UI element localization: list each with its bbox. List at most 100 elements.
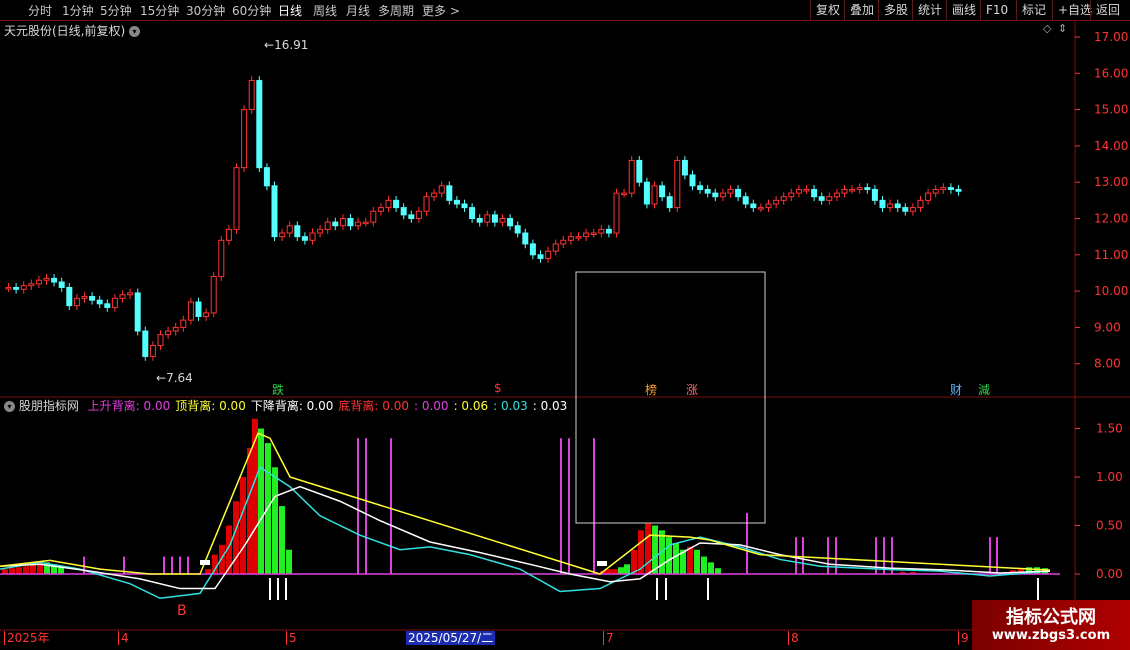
stock-chart[interactable]: 17.00 16.00 15.00 14.00 13.00 12.00 11.00 10.00… xyxy=(0,0,1130,650)
candle-body xyxy=(499,218,506,223)
candle-body xyxy=(628,159,635,194)
candle-body xyxy=(400,207,407,216)
histogram-bar xyxy=(258,428,264,574)
candle-body xyxy=(925,192,932,201)
price-tick-label: 17.00 xyxy=(1094,30,1128,44)
event-marker[interactable]: 跌 xyxy=(272,381,284,398)
candle-body xyxy=(697,185,704,190)
event-marker[interactable]: 财 xyxy=(950,381,962,398)
date-axis-label: 5 xyxy=(286,631,297,645)
buy-signal-label: B xyxy=(177,603,187,619)
candle-body xyxy=(575,236,582,239)
indicator-header: ▾ 股朋指标网 上升背离: 0.00 顶背离: 0.00 下降背离: 0.00 底背离… xyxy=(4,397,567,414)
candle-body xyxy=(172,326,179,332)
candle-body xyxy=(833,192,840,198)
candle-body xyxy=(643,181,650,205)
scroll-handle-icon[interactable]: ⇕ xyxy=(1058,22,1067,35)
watermark-title: 指标公式网 xyxy=(1006,607,1096,628)
candle-body xyxy=(704,188,711,194)
candle-body xyxy=(294,225,301,238)
histogram-bar xyxy=(624,564,630,574)
histogram-bar xyxy=(715,568,721,574)
indicator-tick-label: 1.00 xyxy=(1096,470,1123,484)
histogram-bar xyxy=(687,546,693,574)
candle-body xyxy=(104,303,111,308)
candle-body xyxy=(636,159,643,183)
price-tick-label: 11.00 xyxy=(1094,248,1128,262)
candle-body xyxy=(28,283,35,287)
candle-body xyxy=(947,187,954,190)
candle-body xyxy=(248,80,255,111)
indicator-tick-label: 1.50 xyxy=(1096,422,1123,436)
low-price-value: 7.64 xyxy=(166,371,193,385)
candle-body xyxy=(750,203,757,209)
low-price-label: ←7.64 xyxy=(156,371,193,385)
candle-body xyxy=(66,286,73,307)
candle-body xyxy=(522,232,529,245)
candle-body xyxy=(507,218,514,227)
candle-body xyxy=(613,192,620,234)
chevron-down-icon[interactable]: ▾ xyxy=(4,401,15,412)
histogram-bar xyxy=(58,567,64,574)
candlestick-series xyxy=(5,76,962,361)
candle-body xyxy=(491,214,498,223)
candle-body xyxy=(811,188,818,198)
candle-body xyxy=(545,250,552,259)
price-tick-label: 10.00 xyxy=(1094,284,1128,298)
event-marker[interactable]: 涨 xyxy=(686,381,698,398)
price-tick-label: 15.00 xyxy=(1094,103,1128,117)
candle-body xyxy=(879,199,886,209)
price-tick-label: 16.00 xyxy=(1094,66,1128,80)
candle-body xyxy=(476,218,483,223)
indicator-value: : 0.06 xyxy=(453,399,489,413)
candle-body xyxy=(286,225,293,234)
diamond-icon[interactable]: ◇ xyxy=(1043,22,1051,35)
candle-body xyxy=(142,330,149,357)
candle-body xyxy=(719,192,726,198)
candle-body xyxy=(826,196,833,201)
candle-body xyxy=(309,232,316,241)
candle-body xyxy=(51,277,58,283)
event-marker[interactable]: $ xyxy=(494,381,502,395)
candle-body xyxy=(134,292,141,332)
candle-body xyxy=(871,188,878,201)
event-marker[interactable]: 減 xyxy=(978,381,990,398)
candle-body xyxy=(446,185,453,201)
histogram-bar xyxy=(618,567,624,574)
candle-body xyxy=(96,299,103,305)
candle-body xyxy=(552,243,559,252)
candle-body xyxy=(940,187,947,190)
candle-body xyxy=(453,199,460,205)
candle-body xyxy=(666,196,673,209)
date-axis-label: 9 xyxy=(958,631,969,645)
candle-body xyxy=(727,188,734,194)
candle-body xyxy=(621,192,628,196)
event-marker[interactable]: 榜 xyxy=(645,381,657,398)
indicator-axis: 1.50 1.00 0.50 0.00 xyxy=(1075,422,1123,581)
candle-body xyxy=(484,214,491,223)
chevron-down-icon[interactable]: ▾ xyxy=(129,26,141,37)
histogram-bar xyxy=(701,556,707,574)
candle-body xyxy=(301,236,308,241)
candle-body xyxy=(757,207,764,210)
candle-body xyxy=(742,196,749,205)
candle-body xyxy=(119,294,126,299)
candle-body xyxy=(689,174,696,187)
date-axis-label: 2025年 xyxy=(4,631,50,645)
price-axis: 17.00 16.00 15.00 14.00 13.00 12.00 11.00 10.00… xyxy=(1075,30,1128,371)
high-price-label: ←16.91 xyxy=(264,38,309,52)
histogram-bar xyxy=(9,568,15,574)
date-axis-label: 4 xyxy=(118,631,129,645)
candle-body xyxy=(431,192,438,198)
candle-body xyxy=(89,296,96,301)
indicator-value: : 0.03 xyxy=(532,399,568,413)
candle-body xyxy=(849,188,856,192)
price-tick-label: 12.00 xyxy=(1094,212,1128,226)
histogram-bar xyxy=(673,542,679,574)
histogram-bar xyxy=(272,467,278,574)
date-axis-label: 7 xyxy=(603,631,614,645)
candle-body xyxy=(438,185,445,194)
price-tick-label: 13.00 xyxy=(1094,175,1128,189)
candle-body xyxy=(210,276,217,314)
candle-body xyxy=(271,185,278,238)
